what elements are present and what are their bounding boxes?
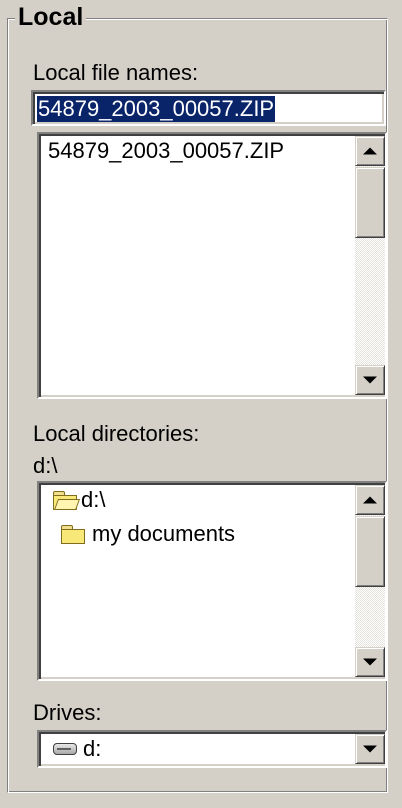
directories-label: Local directories: bbox=[33, 421, 200, 446]
directory-scroll-up-button[interactable] bbox=[355, 485, 385, 515]
file-list-item[interactable]: 54879_2003_00057.ZIP bbox=[48, 138, 284, 164]
drives-dropdown[interactable]: d: bbox=[37, 730, 387, 768]
drive-icon bbox=[53, 743, 77, 755]
file-list-scroll-thumb[interactable] bbox=[355, 167, 385, 238]
drives-dropdown-button[interactable] bbox=[355, 734, 385, 764]
directory-item-root[interactable]: d:\ bbox=[81, 487, 105, 513]
arrow-down-icon bbox=[363, 376, 377, 384]
file-list-scroll-down-button[interactable] bbox=[355, 365, 385, 395]
directory-item-my-documents[interactable]: my documents bbox=[92, 521, 235, 547]
directory-list[interactable]: d:\ my documents bbox=[37, 481, 387, 681]
file-list-scroll-up-button[interactable] bbox=[355, 136, 385, 166]
group-title: Local bbox=[15, 2, 87, 32]
arrow-up-icon bbox=[363, 147, 377, 155]
drives-selected-value: d: bbox=[83, 736, 102, 761]
file-name-input[interactable]: 54879_2003_00057.ZIP bbox=[31, 90, 386, 126]
file-list[interactable]: 54879_2003_00057.ZIP bbox=[37, 132, 387, 399]
directory-scroll-down-button[interactable] bbox=[355, 647, 385, 677]
directory-scroll-thumb[interactable] bbox=[355, 516, 385, 587]
arrow-up-icon bbox=[363, 496, 377, 504]
drives-label: Drives: bbox=[33, 700, 102, 725]
current-path: d:\ bbox=[33, 453, 58, 478]
open-folder-icon bbox=[53, 491, 81, 510]
arrow-down-icon bbox=[363, 658, 377, 666]
file-names-label: Local file names: bbox=[33, 60, 199, 85]
file-name-input-value: 54879_2003_00057.ZIP bbox=[37, 96, 276, 122]
folder-icon bbox=[61, 525, 85, 544]
chevron-down-icon bbox=[363, 745, 377, 753]
